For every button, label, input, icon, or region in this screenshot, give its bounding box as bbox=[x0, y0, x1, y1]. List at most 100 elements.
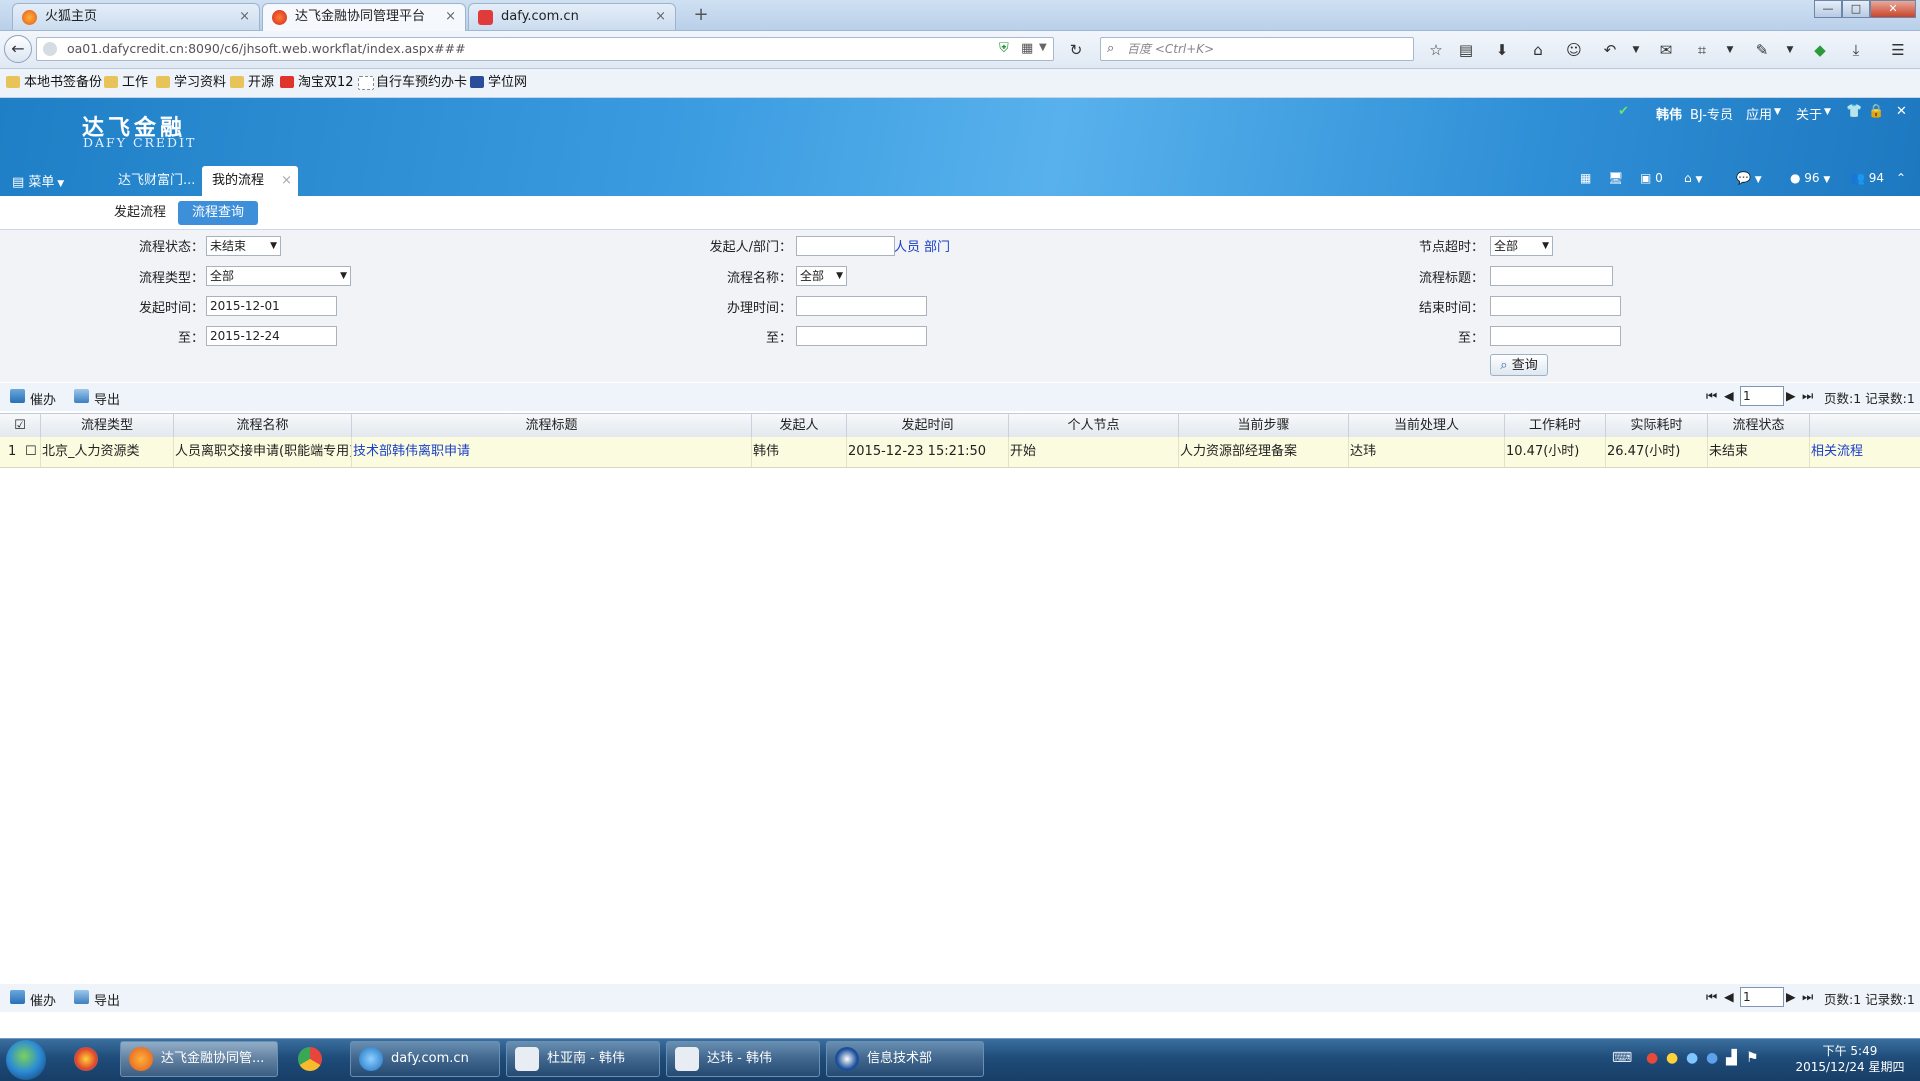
export-button[interactable]: 导出 bbox=[74, 990, 120, 1009]
reading-list-icon[interactable]: ▤ bbox=[1456, 40, 1476, 60]
taskbar-clock[interactable]: 下午 5:49 2015/12/24 星期四 bbox=[1790, 1043, 1910, 1075]
type-select[interactable]: 全部 ▼ bbox=[206, 266, 351, 286]
grid-icon[interactable]: ▦ bbox=[1580, 171, 1591, 185]
hamburger-menu-icon[interactable]: ☰ bbox=[1888, 40, 1908, 60]
qrcode-icon[interactable]: ▦ bbox=[1021, 41, 1033, 56]
tray-app-icon[interactable]: ● bbox=[1706, 1050, 1718, 1066]
about-menu[interactable]: 关于 bbox=[1796, 104, 1822, 123]
next-page-icon[interactable]: ▶ bbox=[1786, 989, 1796, 1004]
bookmark-item[interactable]: 自行车预约办卡 bbox=[358, 74, 467, 92]
taskbar-pinned-app[interactable] bbox=[58, 1041, 114, 1077]
column-header[interactable]: 发起人 bbox=[751, 414, 846, 437]
back-button[interactable]: ← bbox=[4, 35, 32, 63]
monitor-icon[interactable]: 🖥 bbox=[1608, 171, 1623, 185]
column-header[interactable]: 流程名称 bbox=[173, 414, 351, 437]
cell-title-link[interactable]: 技术部韩伟离职申请 bbox=[351, 437, 751, 467]
prev-page-icon[interactable]: ◀ bbox=[1724, 989, 1734, 1004]
page-number-input[interactable]: 1 bbox=[1740, 987, 1784, 1007]
extension-icon[interactable]: ◆ bbox=[1810, 40, 1830, 60]
close-icon[interactable]: × bbox=[655, 4, 666, 30]
site-identity-icon[interactable] bbox=[43, 42, 57, 56]
node-overtime-select[interactable]: 全部 ▼ bbox=[1490, 236, 1553, 256]
bookmark-item[interactable]: 淘宝双12 bbox=[280, 74, 354, 92]
close-icon[interactable]: × bbox=[281, 166, 292, 196]
app-tab-my-process[interactable]: 我的流程 × bbox=[202, 166, 298, 196]
main-menu-button[interactable]: ▤ 菜单 ▼ bbox=[12, 171, 64, 190]
collapse-icon[interactable]: ⌃ bbox=[1896, 171, 1906, 185]
bookmark-item[interactable]: 工作 bbox=[104, 74, 148, 92]
urge-button[interactable]: 催办 bbox=[10, 389, 56, 408]
home-icon[interactable]: ⌂ bbox=[1528, 40, 1548, 60]
taskbar-app[interactable]: dafy.com.cn bbox=[350, 1041, 500, 1077]
last-page-icon[interactable]: ⏭ bbox=[1802, 989, 1813, 1005]
new-tab-button[interactable]: + bbox=[688, 3, 714, 29]
last-page-icon[interactable]: ⏭ bbox=[1802, 388, 1813, 404]
reload-icon[interactable]: ↻ bbox=[1066, 40, 1086, 60]
window-close-button[interactable]: ✕ bbox=[1870, 0, 1916, 18]
first-page-icon[interactable]: ⏮ bbox=[1706, 388, 1717, 404]
start-button[interactable] bbox=[6, 1040, 46, 1080]
column-header[interactable]: 发起时间 bbox=[846, 414, 1008, 437]
select-department-link[interactable]: 部门 bbox=[924, 236, 950, 255]
next-page-icon[interactable]: ▶ bbox=[1786, 388, 1796, 403]
title-input[interactable] bbox=[1490, 266, 1613, 286]
flag-icon[interactable]: ⚑ bbox=[1746, 1050, 1759, 1066]
column-header[interactable]: 个人节点 bbox=[1008, 414, 1178, 437]
column-header[interactable]: 实际耗时 bbox=[1605, 414, 1707, 437]
start-time-from-input[interactable]: 2015-12-01 bbox=[206, 296, 337, 316]
bookmark-item[interactable]: 开源 bbox=[230, 74, 274, 92]
lock-icon[interactable]: 🔒 bbox=[1868, 104, 1884, 119]
close-icon[interactable]: × bbox=[239, 4, 250, 30]
shield-icon[interactable]: ⛨ bbox=[999, 41, 1009, 56]
chat-icon[interactable]: ☺ bbox=[1564, 40, 1584, 60]
minimize-button[interactable]: — bbox=[1814, 0, 1842, 18]
bookmark-item[interactable]: 学习资料 bbox=[156, 74, 226, 92]
undo-icon[interactable]: ↶ bbox=[1600, 40, 1620, 60]
handle-time-from-input[interactable] bbox=[796, 296, 927, 316]
status-select[interactable]: 未结束 ▼ bbox=[206, 236, 281, 256]
select-all-checkbox[interactable]: ☑ bbox=[0, 414, 40, 437]
tools-icon[interactable]: ✎ bbox=[1752, 40, 1772, 60]
column-header[interactable]: 流程类型 bbox=[40, 414, 173, 437]
message-icon[interactable]: ▣ 0 bbox=[1640, 171, 1663, 185]
prev-page-icon[interactable]: ◀ bbox=[1724, 388, 1734, 403]
select-person-link[interactable]: 人员 bbox=[894, 236, 920, 255]
tray-app-icon[interactable]: ● bbox=[1686, 1050, 1698, 1066]
chevron-down-icon[interactable]: ▼ bbox=[1780, 40, 1800, 60]
urge-button[interactable]: 催办 bbox=[10, 990, 56, 1009]
crop-icon[interactable]: ⌗ bbox=[1692, 40, 1712, 60]
bookmark-star-icon[interactable]: ☆ bbox=[1426, 40, 1446, 60]
column-header[interactable]: 当前步骤 bbox=[1178, 414, 1348, 437]
network-icon[interactable]: ▟ bbox=[1726, 1050, 1737, 1066]
apps-menu[interactable]: 应用 bbox=[1746, 104, 1772, 123]
search-input[interactable]: ⌕ 百度 <Ctrl+K> bbox=[1100, 37, 1414, 61]
taskbar-app[interactable]: 达飞金融协同管... bbox=[120, 1041, 278, 1077]
related-process-link[interactable]: 相关流程 bbox=[1809, 437, 1920, 467]
save-icon[interactable]: ⤓ bbox=[1846, 40, 1866, 60]
close-icon[interactable]: × bbox=[445, 4, 456, 30]
column-header[interactable]: 工作耗时 bbox=[1504, 414, 1605, 437]
start-time-to-input[interactable]: 2015-12-24 bbox=[206, 326, 337, 346]
table-row[interactable]: 1 ☐ 北京_人力资源类 人员离职交接申请(职能端专用) 技术部韩伟离职申请 韩… bbox=[0, 437, 1920, 468]
page-number-input[interactable]: 1 bbox=[1740, 386, 1784, 406]
comment-icon[interactable]: ✉ bbox=[1656, 40, 1676, 60]
query-button[interactable]: ⌕ 查询 bbox=[1490, 354, 1548, 376]
end-time-to-input[interactable] bbox=[1490, 326, 1621, 346]
end-time-from-input[interactable] bbox=[1490, 296, 1621, 316]
chevron-down-icon[interactable]: ▼ bbox=[1039, 42, 1047, 53]
user-name[interactable]: 韩伟 bbox=[1656, 104, 1682, 123]
export-button[interactable]: 导出 bbox=[74, 389, 120, 408]
reminder-icon[interactable]: ● 96 ▼ bbox=[1790, 171, 1830, 185]
browser-tab-dafy-platform[interactable]: 达飞金融协同管理平台 × bbox=[262, 3, 466, 31]
tray-app-icon[interactable]: ● bbox=[1666, 1050, 1678, 1066]
chevron-down-icon[interactable]: ▼ bbox=[1720, 40, 1740, 60]
bookmark-item[interactable]: 本地书签备份 bbox=[6, 74, 102, 92]
name-select[interactable]: 全部 ▼ bbox=[796, 266, 847, 286]
chevron-down-icon[interactable]: ▼ bbox=[1626, 40, 1646, 60]
column-header[interactable]: 当前处理人 bbox=[1348, 414, 1504, 437]
users-icon[interactable]: 👥 94 bbox=[1850, 171, 1884, 185]
app-tab-wealth-portal[interactable]: 达飞财富门... bbox=[108, 166, 205, 196]
row-checkbox[interactable]: ☐ bbox=[24, 437, 40, 467]
chat-bubble-icon[interactable]: 💬 ▼ bbox=[1736, 171, 1762, 185]
column-header[interactable]: 流程状态 bbox=[1707, 414, 1809, 437]
